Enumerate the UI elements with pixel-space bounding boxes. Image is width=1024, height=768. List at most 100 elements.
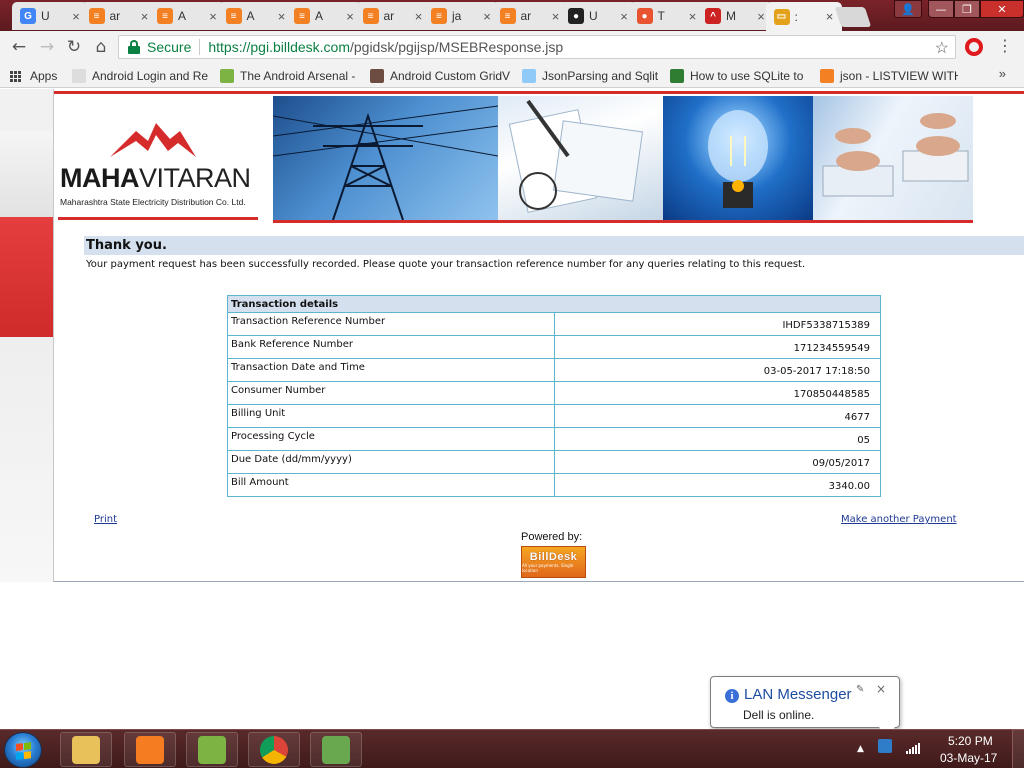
bookmark-item[interactable]: How to use SQLite to — [670, 67, 805, 85]
tab-title: A — [315, 9, 324, 23]
page-content: MAHAVITARAN Maharashtra State Electricit… — [0, 89, 1024, 729]
bookmark-item[interactable]: json - LISTVIEW WITH — [820, 67, 958, 85]
bookmark-item[interactable]: Android Custom GridV — [370, 67, 510, 85]
tab-title: ar — [109, 9, 121, 23]
logo-maha: MAHA — [60, 163, 140, 193]
google-icon: G — [20, 8, 36, 24]
bookmark-item[interactable]: Android Login and Re — [72, 67, 208, 85]
android-head-icon — [670, 69, 684, 83]
opera-extension-icon[interactable] — [965, 38, 983, 56]
page-icon — [72, 69, 86, 83]
close-icon[interactable]: × — [876, 682, 886, 696]
header-divider — [54, 91, 1024, 94]
lan-messenger-notification[interactable]: i LAN Messenger Dell is online. ✎ × — [710, 676, 900, 737]
close-tab-icon[interactable]: × — [823, 9, 837, 24]
browser-tab[interactable]: G U × — [12, 2, 88, 30]
restore-button[interactable]: ❐ — [954, 0, 980, 18]
side-decoration — [0, 89, 54, 582]
bug-icon — [370, 69, 384, 83]
browser-toolbar: ← → ↻ ⌂ Secure https://pgi.billdesk.com/… — [0, 31, 1024, 63]
show-desktop-button[interactable] — [1012, 729, 1024, 768]
browser-tab[interactable]: ≡ ar × — [491, 2, 568, 30]
browser-tab[interactable]: ▭: × — [765, 2, 842, 31]
taskbar-app-button[interactable] — [248, 732, 300, 767]
table-header-row: Transaction details — [227, 295, 881, 313]
browser-tab[interactable]: ≡ A × — [149, 2, 225, 30]
browser-tab[interactable]: ≡ ja × — [423, 2, 499, 30]
row-label: Bank Reference Number — [227, 335, 555, 359]
profile-button[interactable]: 👤 — [894, 0, 922, 18]
row-label: Billing Unit — [227, 404, 555, 428]
bookmark-label: Android Custom GridV — [390, 69, 510, 83]
bookmark-item[interactable]: The Android Arsenal - — [220, 67, 356, 85]
browser-tab-strip: G U × ≡ ar × ≡ A × ≡ A × ≡ A × ≡ ar × ≡ ja × ≡ ar × ● U × ● T × ^ M × ▭: ×… — [0, 0, 1024, 31]
browser-tab[interactable]: ≡ A × — [286, 2, 362, 30]
bookmarks-overflow-icon[interactable]: » — [999, 66, 1006, 81]
home-button[interactable]: ⌂ — [90, 36, 112, 58]
logo-subtitle: Maharashtra State Electricity Distributi… — [60, 197, 246, 207]
bookmark-star-icon[interactable]: ☆ — [935, 38, 949, 58]
secure-label: Secure — [147, 39, 192, 55]
minimize-button[interactable]: — — [928, 0, 954, 18]
lightning-bolt-icon — [110, 123, 196, 157]
back-button[interactable]: ← — [8, 36, 30, 58]
start-button[interactable] — [4, 732, 42, 768]
clock-date[interactable]: 03-May-17 — [940, 751, 997, 765]
taskbar-app-button[interactable] — [60, 732, 112, 767]
notification-message: Dell is online. — [743, 708, 815, 722]
taskbar-app-button[interactable] — [186, 732, 238, 767]
confirmation-message: Your payment request has been successful… — [86, 259, 806, 270]
mahavitaran-icon: ^ — [705, 8, 721, 24]
taskbar-app-button[interactable] — [310, 732, 362, 767]
header-banner — [273, 96, 973, 223]
wifi-signal-icon[interactable] — [906, 742, 920, 754]
logo-underline — [58, 217, 258, 220]
print-link[interactable]: Print — [94, 514, 117, 525]
browser-tab[interactable]: ● T × — [628, 2, 705, 30]
pin-icon[interactable]: ✎ — [856, 684, 864, 695]
reload-button[interactable]: ↻ — [63, 36, 85, 58]
browser-tab[interactable]: ≡ ar × — [354, 2, 431, 30]
new-tab-button[interactable] — [834, 7, 872, 27]
tableau-icon: ● — [636, 8, 653, 24]
stackoverflow-icon: ≡ — [499, 8, 516, 24]
bookmark-item[interactable]: JsonParsing and Sqlite — [522, 67, 658, 85]
github-icon: ● — [568, 8, 584, 24]
bookmark-apps[interactable]: Apps — [10, 67, 57, 85]
bookmarks-bar: Apps Android Login and Re The Android Ars… — [0, 63, 1024, 88]
stackoverflow-icon — [820, 69, 834, 83]
show-hidden-icons-icon[interactable]: ▲ — [857, 744, 864, 754]
tab-title: ar — [383, 9, 395, 23]
table-body: Transaction Reference Number IHDF53387153… — [227, 312, 881, 497]
url-path: /pgidsk/pgijsp/MSEBResponse.jsp — [349, 39, 564, 55]
tab-title: ja — [452, 9, 462, 23]
tab-title: T — [657, 9, 665, 23]
notification-title: LAN Messenger — [744, 686, 852, 703]
apps-grid-icon — [10, 70, 24, 82]
browser-menu-icon[interactable]: ⋮ — [996, 36, 1014, 58]
row-value: IHDF5338715389 — [554, 312, 881, 336]
browser-tab[interactable]: ≡ ar × — [80, 2, 157, 30]
tab-title: A — [178, 9, 187, 23]
stackoverflow-icon: ≡ — [157, 8, 173, 24]
network-tray-icon[interactable] — [878, 739, 892, 753]
browser-tab[interactable]: ^ M × — [697, 2, 773, 30]
make-another-payment-link[interactable]: Make another Payment — [841, 514, 957, 525]
forward-button[interactable]: → — [36, 36, 58, 58]
tab-title: ar — [520, 9, 532, 23]
url-text[interactable]: https://pgi.billdesk.com/pgidsk/pgijsp/M… — [208, 39, 563, 55]
bookmark-label: Apps — [30, 69, 58, 83]
transaction-details-table: Transaction details Transaction Referenc… — [227, 295, 881, 497]
browser-tab[interactable]: ≡ A × — [217, 2, 294, 30]
address-bar[interactable]: Secure https://pgi.billdesk.com/pgidsk/p… — [118, 35, 956, 59]
taskbar-app-button[interactable] — [124, 732, 176, 767]
close-window-button[interactable]: ✕ — [980, 0, 1024, 18]
typing-hands-image — [813, 96, 973, 220]
stackoverflow-icon: ≡ — [431, 8, 447, 24]
powered-by-label: Powered by: — [521, 531, 583, 543]
row-value: 170850448585 — [554, 381, 881, 405]
tab-title: M — [726, 9, 736, 23]
browser-tab[interactable]: ● U × — [560, 2, 636, 30]
clock-time[interactable]: 5:20 PM — [948, 734, 993, 748]
row-label: Transaction Reference Number — [227, 312, 555, 336]
